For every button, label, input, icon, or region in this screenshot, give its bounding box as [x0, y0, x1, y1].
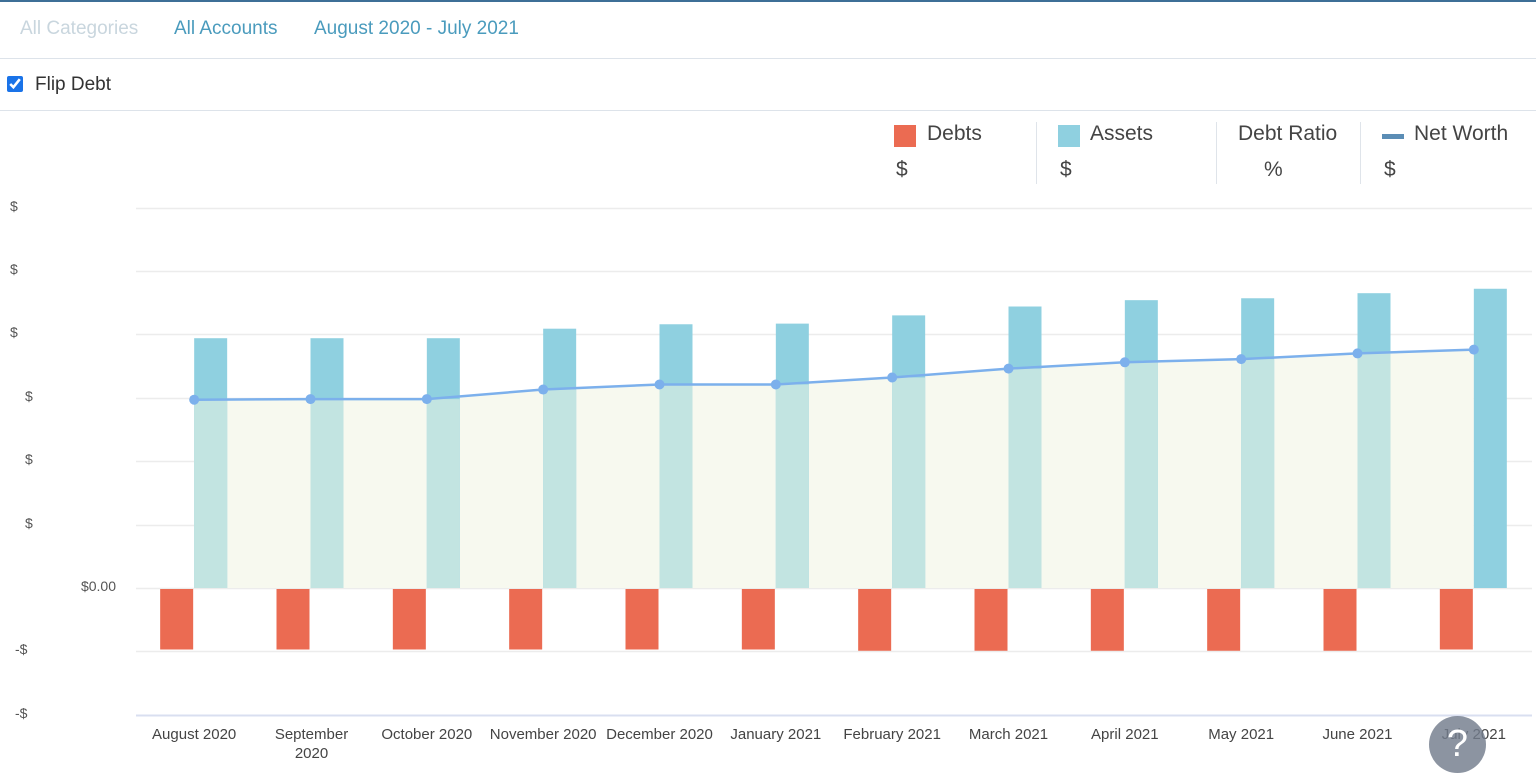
- net-worth-chart: [136, 207, 1532, 717]
- y-tick-label: -$: [15, 641, 28, 658]
- x-tick-label: December 2020: [606, 726, 713, 743]
- net-worth-point: [538, 384, 549, 395]
- debts-bar: [1207, 589, 1241, 651]
- net-worth-point: [1119, 357, 1130, 368]
- assets-bar-overlap: [1241, 359, 1275, 588]
- y-tick-label: $: [25, 387, 33, 404]
- assets-bar-overlap: [543, 389, 577, 588]
- assets-bar-overlap: [1357, 353, 1391, 588]
- debts-bar: [1439, 589, 1473, 650]
- debts-bar: [509, 589, 543, 650]
- debts-bar: [160, 589, 194, 650]
- assets-bar-overlap: [659, 384, 693, 588]
- y-tick-label: $: [10, 324, 18, 341]
- y-tick-label: $: [10, 197, 18, 214]
- assets-bar: [1473, 288, 1507, 588]
- y-tick-label: -$: [15, 704, 28, 721]
- assets-bar-overlap: [775, 384, 809, 588]
- x-tick-label: November 2020: [489, 726, 597, 743]
- x-tick-label: April 2021: [1091, 726, 1159, 743]
- x-tick-label: January 2021: [730, 726, 822, 743]
- debts-bar: [974, 589, 1008, 651]
- y-tick-label: $: [10, 261, 18, 277]
- net-worth-point: [1236, 354, 1247, 365]
- x-tick-label: October 2020: [381, 726, 473, 743]
- assets-bar-overlap: [310, 399, 344, 588]
- x-tick-label: September 2020: [274, 726, 349, 762]
- net-worth-point: [1352, 348, 1363, 359]
- debts-bar: [392, 589, 426, 650]
- debts-bar: [1090, 589, 1124, 651]
- debts-bar: [625, 589, 659, 650]
- net-worth-point: [887, 372, 898, 383]
- net-worth-point: [770, 379, 781, 390]
- debts-bar: [741, 589, 775, 650]
- x-tick-label: March 2021: [968, 726, 1049, 743]
- help-button[interactable]: ?: [1429, 716, 1486, 773]
- debts-bar: [1323, 589, 1357, 651]
- net-worth-point: [1468, 344, 1479, 355]
- assets-bar-overlap: [1124, 362, 1158, 588]
- net-worth-area: [194, 349, 1474, 588]
- assets-bar-overlap: [426, 399, 460, 588]
- assets-bar-overlap: [892, 377, 926, 588]
- net-worth-point: [1003, 363, 1014, 374]
- x-tick-label: February 2021: [843, 726, 941, 743]
- assets-bar-overlap: [1008, 368, 1042, 588]
- net-worth-point: [189, 394, 200, 405]
- y-tick-label: $: [25, 514, 33, 531]
- net-worth-point: [305, 394, 316, 405]
- x-tick-label: August 2020: [152, 726, 237, 743]
- x-tick-label: June 2021: [1322, 726, 1393, 743]
- debts-bar: [276, 589, 310, 650]
- x-tick-label: May 2021: [1208, 726, 1275, 743]
- debts-bar: [858, 589, 892, 651]
- net-worth-point: [654, 379, 665, 390]
- y-tick-label: $: [25, 451, 33, 468]
- net-worth-point: [421, 394, 432, 405]
- y-tick-label: $0.00: [80, 578, 116, 594]
- assets-bar-overlap: [194, 399, 228, 588]
